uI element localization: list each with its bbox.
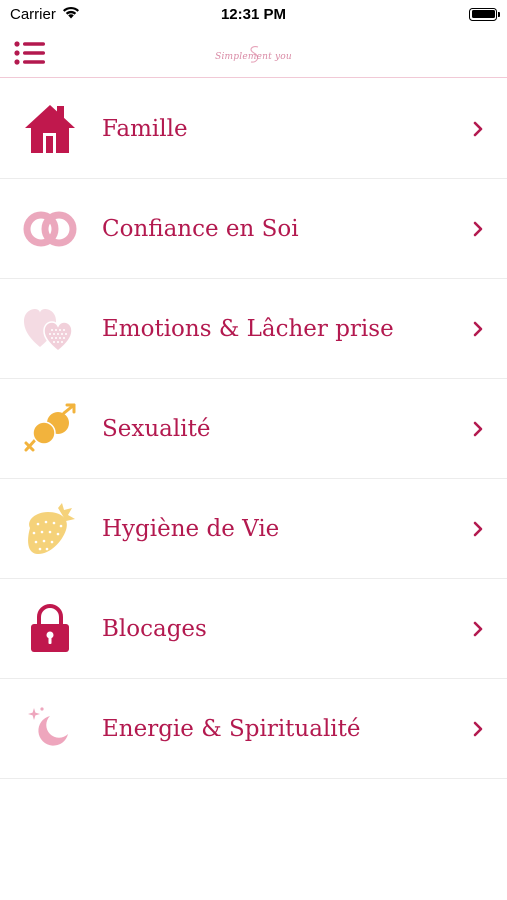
hearts-icon [22,303,78,355]
list-item-label: Famille [102,115,188,142]
list-item-label: Sexualité [102,415,211,442]
list-item-label: Blocages [102,615,207,642]
list-item-confiance-en-soi[interactable]: Confiance en Soi [0,179,507,279]
logo-text: Simplement you [215,52,292,62]
wifi-icon [62,6,80,23]
nav-bar: Simplement you [0,28,507,78]
app-logo: Simplement you [214,43,294,63]
chevron-right-icon [471,321,485,337]
list-item-energie[interactable]: Energie & Spiritualité [0,679,507,779]
list-item-emotions[interactable]: Emotions & Lâcher prise [0,279,507,379]
list-item-label: Confiance en Soi [102,215,299,242]
chevron-right-icon [471,621,485,637]
list-item-famille[interactable]: Famille [0,79,507,179]
padlock-icon [22,603,78,655]
list-item-blocages[interactable]: Blocages [0,579,507,679]
gender-symbols-icon [22,403,78,455]
list-item-sexualite[interactable]: Sexualité [0,379,507,479]
list-item-hygiene-de-vie[interactable]: Hygiène de Vie [0,479,507,579]
list-item-label: Emotions & Lâcher prise [102,315,394,342]
status-bar: Carrier 12:31 PM [0,0,507,28]
list-item-label: Hygiène de Vie [102,515,280,542]
list-item-label: Energie & Spiritualité [102,715,361,742]
rings-icon [22,203,78,255]
carrier-label: Carrier [10,5,56,23]
chevron-right-icon [471,221,485,237]
status-left: Carrier [10,6,80,23]
battery-icon [469,7,500,21]
chevron-right-icon [471,121,485,137]
category-list: Famille Confiance en Soi Emotions & Lâch… [0,79,507,779]
chevron-right-icon [471,721,485,737]
menu-button[interactable] [14,40,46,66]
house-icon [22,103,78,155]
list-menu-icon [14,41,45,65]
chevron-right-icon [471,521,485,537]
strawberry-icon [22,503,78,555]
chevron-right-icon [471,421,485,437]
moon-icon [22,703,78,755]
